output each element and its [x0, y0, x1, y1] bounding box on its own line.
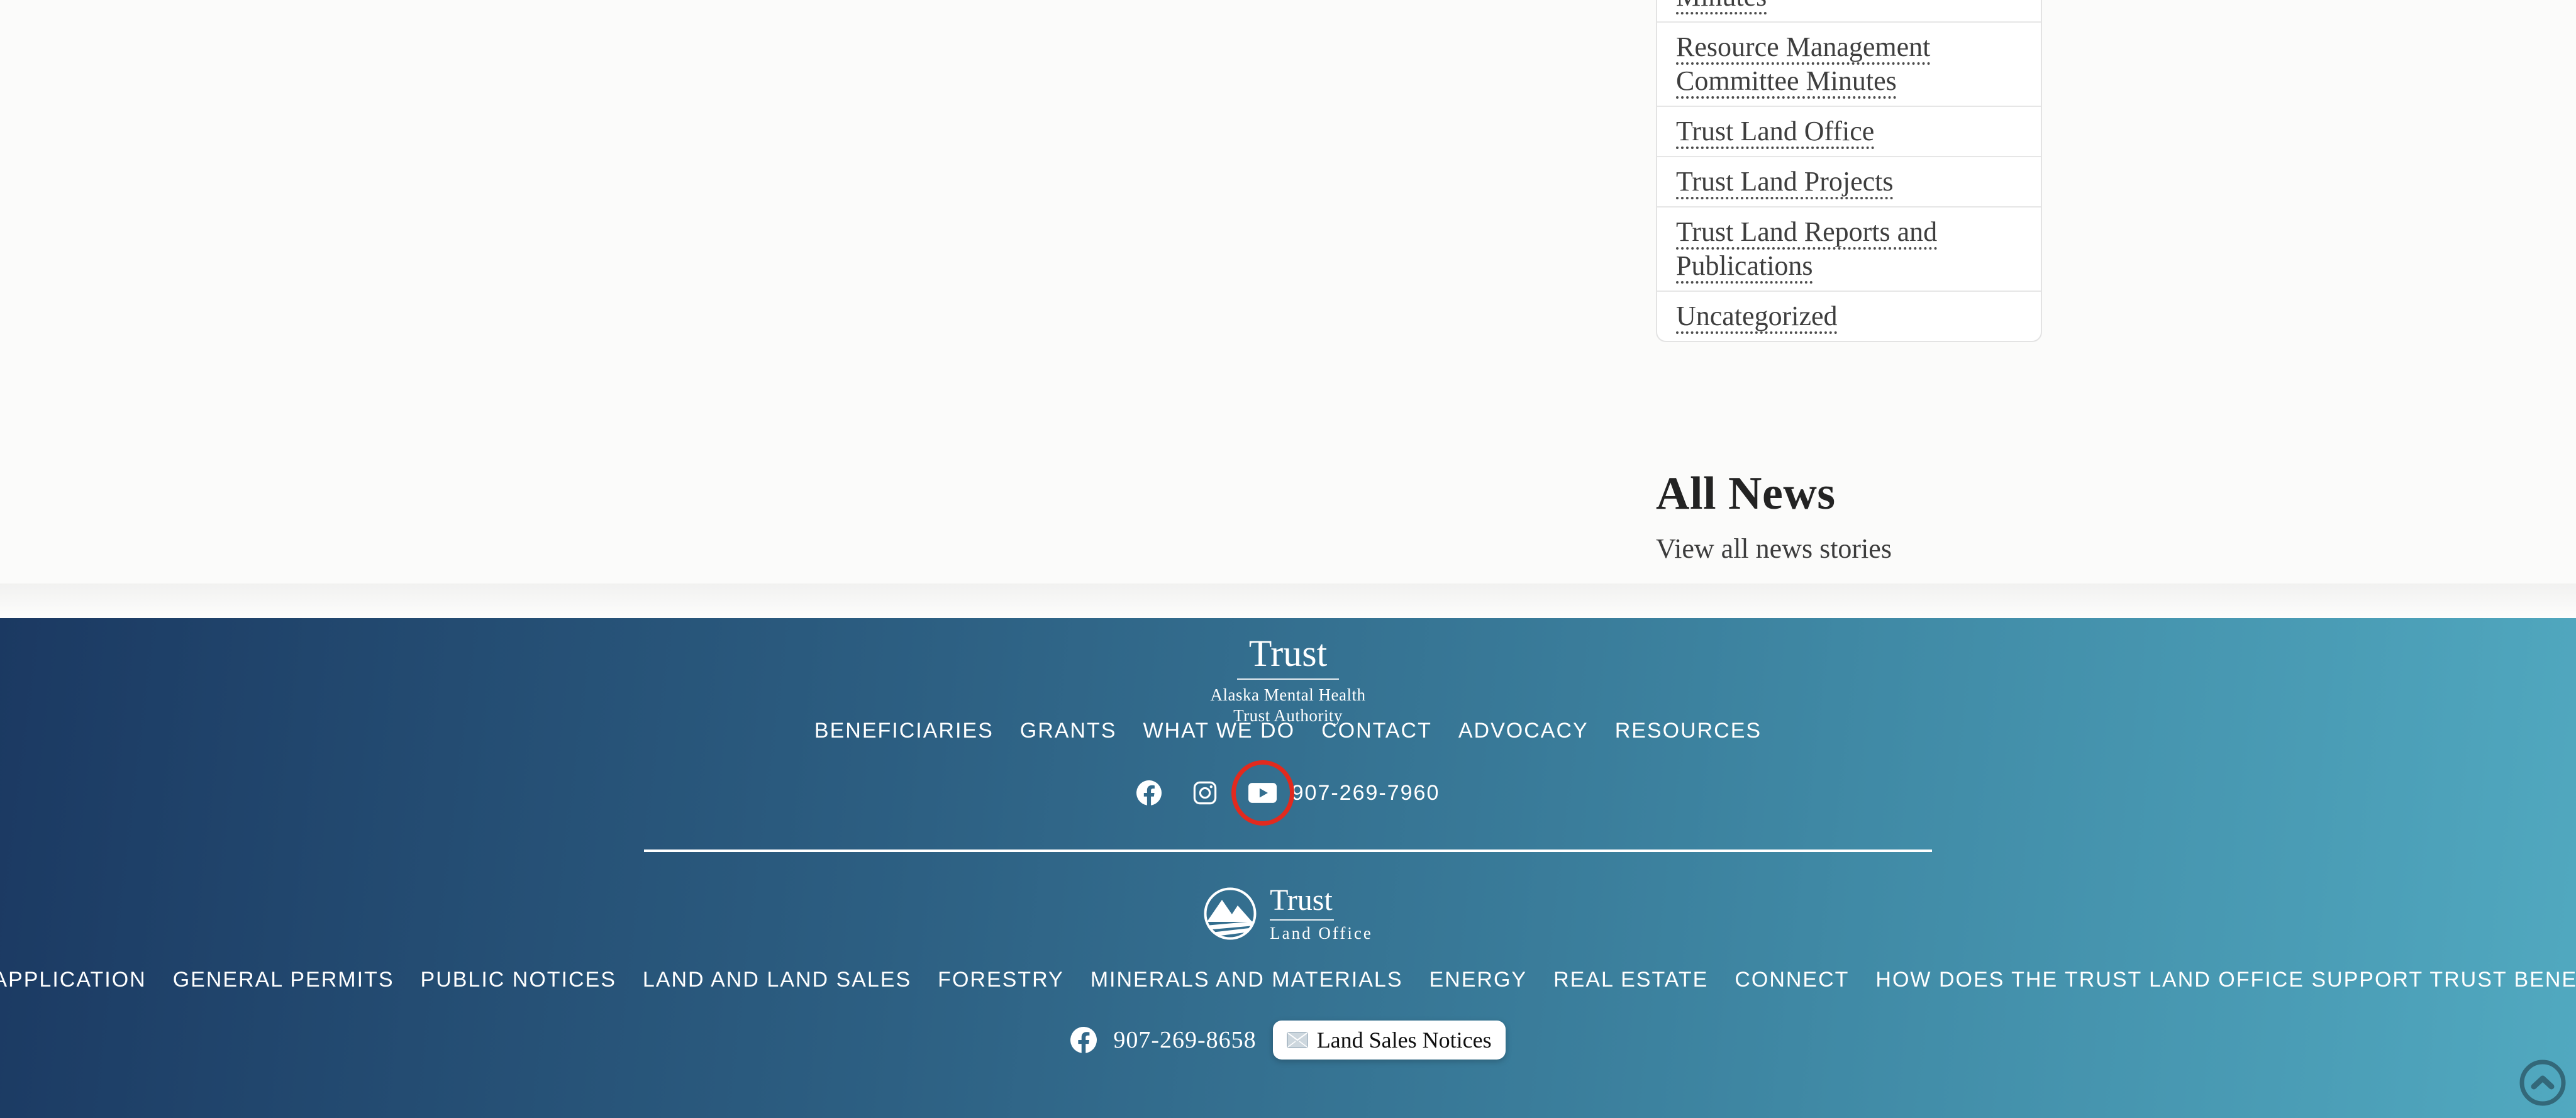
category-row: Trust Land Office: [1657, 106, 2041, 156]
instagram-icon: [1193, 781, 1217, 805]
site-footer: Trust Alaska Mental Health Trust Authori…: [0, 618, 2576, 1118]
footer-primary-nav-link[interactable]: WHAT WE DO: [1143, 719, 1295, 743]
tlo-logo: Trust Land Office: [0, 885, 2576, 943]
footer-secondary-nav-link[interactable]: LAND AND LAND SALES: [643, 968, 911, 992]
land-sales-notices-label: Land Sales Notices: [1317, 1026, 1492, 1054]
category-link[interactable]: Uncategorized: [1676, 301, 1838, 331]
footer-secondary-nav-link[interactable]: PUBLIC NOTICES: [421, 968, 616, 992]
category-link-partial[interactable]: Minutes: [1676, 0, 1767, 12]
category-row: Resource Management Committee Minutes: [1657, 21, 2041, 106]
tlo-logo-subtitle: Land Office: [1270, 924, 1373, 943]
amhta-logo-wordmark: Trust: [0, 633, 2576, 673]
footer-secondary-nav-link[interactable]: CONNECT: [1735, 968, 1849, 992]
youtube-icon: [1248, 783, 1277, 803]
footer-secondary-nav-link[interactable]: REAL ESTATE: [1553, 968, 1708, 992]
footer-secondary-nav-link[interactable]: GENERAL PERMITS: [173, 968, 394, 992]
category-row: Trust Land Projects: [1657, 156, 2041, 206]
envelope-icon: [1287, 1032, 1308, 1048]
view-all-news-link[interactable]: View all news stories: [1656, 532, 1892, 566]
pre-footer-shade: [0, 584, 2576, 618]
tlo-logo-wordmark: Trust: [1270, 885, 1373, 916]
footer-secondary-nav-link[interactable]: LAND USE APPLICATION: [0, 968, 147, 992]
amhta-tagline-line1: Alaska Mental Health: [0, 685, 2576, 706]
footer-secondary-nav-link[interactable]: ENERGY: [1430, 968, 1528, 992]
facebook-icon: [1136, 780, 1162, 805]
footer-secondary-nav: LAND USE APPLICATION GENERAL PERMITS PUB…: [0, 968, 2576, 992]
news-category-list: Minutes Resource Management Committee Mi…: [1656, 0, 2042, 342]
youtube-link[interactable]: [1248, 783, 1277, 803]
page: Minutes Resource Management Committee Mi…: [0, 0, 2576, 1118]
tlo-facebook-link[interactable]: [1070, 1027, 1097, 1053]
footer-primary-nav: BENEFICIARIES GRANTS WHAT WE DO CONTACT …: [0, 719, 2576, 743]
footer-divider: [644, 850, 1932, 852]
footer-secondary-nav-link[interactable]: HOW DOES THE TRUST LAND OFFICE SUPPORT T…: [1875, 968, 2576, 992]
category-row: Uncategorized: [1657, 291, 2041, 341]
category-link[interactable]: Trust Land Office: [1676, 116, 1874, 147]
footer-primary-nav-link[interactable]: CONTACT: [1321, 719, 1432, 743]
tlo-logo-rule: [1270, 919, 1334, 921]
footer-primary-nav-link[interactable]: GRANTS: [1020, 719, 1117, 743]
category-rows: Resource Management Committee Minutes Tr…: [1657, 21, 2041, 341]
category-row: Trust Land Reports and Publications: [1657, 206, 2041, 291]
land-sales-notices-button[interactable]: Land Sales Notices: [1273, 1021, 1506, 1060]
footer-secondary-nav-link[interactable]: FORESTRY: [938, 968, 1064, 992]
category-link[interactable]: Trust Land Projects: [1676, 166, 1894, 197]
footer-bottom-row: 907-269-8658 Land Sales Notices: [0, 1021, 2576, 1060]
footer-primary-nav-link[interactable]: RESOURCES: [1615, 719, 1762, 743]
chevron-up-icon: [2518, 1058, 2567, 1107]
facebook-link[interactable]: [1136, 780, 1162, 805]
amhta-logo: Trust Alaska Mental Health Trust Authori…: [0, 633, 2576, 726]
primary-phone-link[interactable]: 907-269-7960: [1292, 780, 1440, 805]
instagram-link[interactable]: [1193, 781, 1217, 805]
tlo-phone-link[interactable]: 907-269-8658: [1113, 1026, 1256, 1054]
category-link[interactable]: Resource Management Committee Minutes: [1676, 31, 1930, 96]
category-link[interactable]: Trust Land Reports and Publications: [1676, 216, 1937, 281]
social-row: 907-269-7960: [0, 780, 2576, 805]
footer-secondary-nav-link[interactable]: MINERALS AND MATERIALS: [1091, 968, 1403, 992]
amhta-logo-rule: [1237, 678, 1339, 680]
all-news-heading: All News: [1656, 467, 1836, 521]
back-to-top-button[interactable]: [2518, 1058, 2567, 1107]
youtube-wrap: [1248, 783, 1277, 803]
footer-primary-nav-link[interactable]: BENEFICIARIES: [814, 719, 994, 743]
category-row-partial: Minutes: [1657, 0, 2041, 21]
footer-primary-nav-link[interactable]: ADVOCACY: [1458, 719, 1589, 743]
tlo-mountain-icon: [1203, 887, 1257, 941]
facebook-icon: [1070, 1027, 1097, 1053]
